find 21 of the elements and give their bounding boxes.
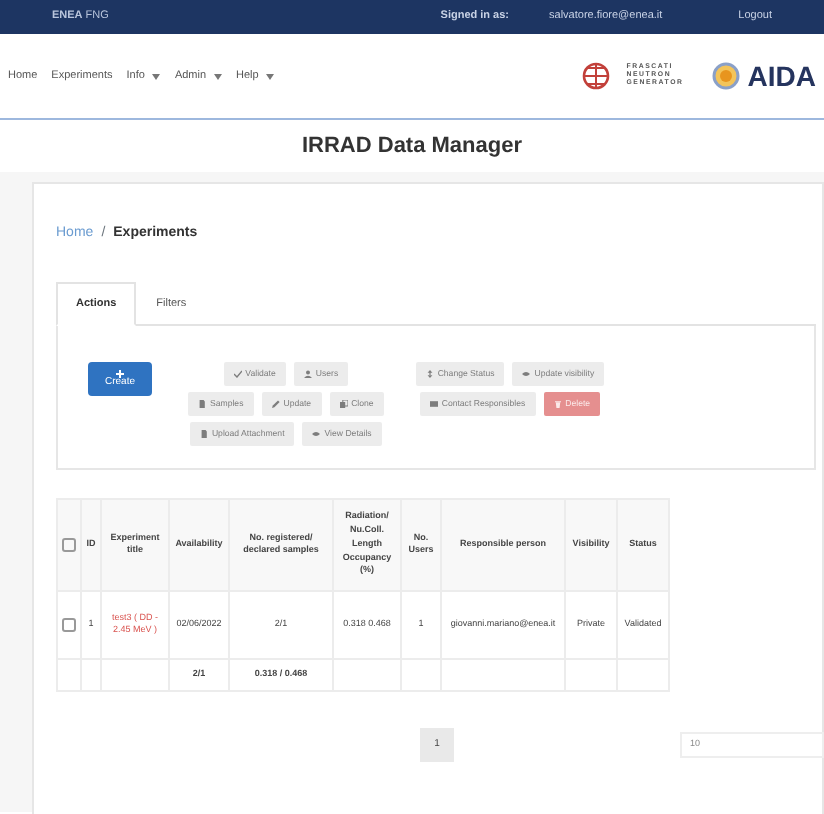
pencil-icon — [271, 399, 280, 408]
globe-icon — [582, 60, 611, 92]
trash-icon — [553, 399, 562, 408]
caret-icon — [152, 73, 161, 79]
file-icon — [198, 399, 206, 408]
copy-icon — [339, 399, 348, 408]
logo-text: AIDA — [747, 57, 816, 95]
user-icon — [303, 369, 312, 378]
caret-icon — [214, 73, 223, 79]
arrows-icon — [425, 369, 434, 378]
file-icon — [199, 429, 208, 438]
mail-icon — [429, 399, 438, 408]
page-title: IRRAD Data Manager — [0, 120, 824, 172]
eye-icon — [522, 369, 531, 378]
ring-logo-icon — [711, 62, 740, 90]
caret-icon — [266, 73, 275, 79]
plus-icon — [116, 369, 124, 378]
check-icon — [233, 369, 242, 378]
checkbox[interactable] — [62, 537, 76, 552]
eye-icon — [312, 429, 321, 438]
checkbox[interactable] — [62, 617, 76, 632]
